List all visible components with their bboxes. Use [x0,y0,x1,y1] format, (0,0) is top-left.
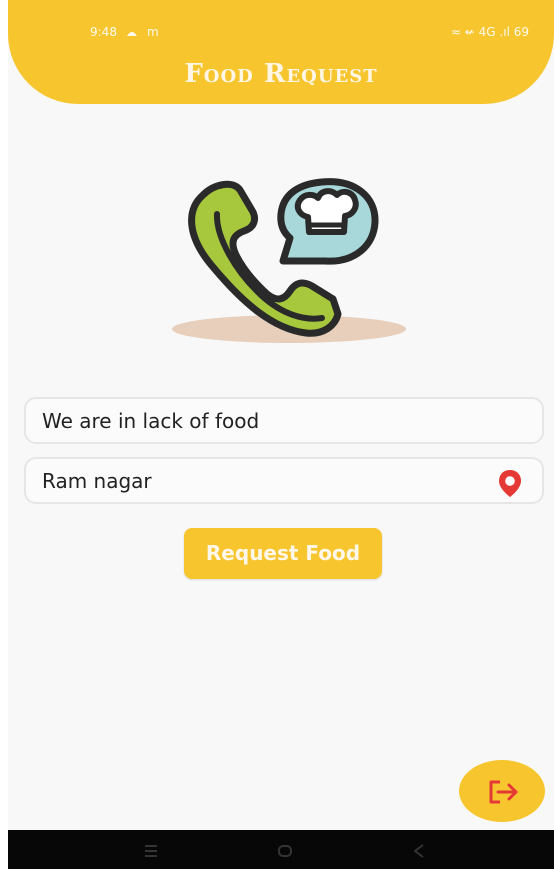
system-navigation-bar [8,830,554,869]
food-need-field[interactable]: We are in lack of food [24,397,544,444]
header: 9:48 m ≈ ↚ 4G .ıl 69 Food Request [8,0,554,104]
status-left: 9:48 m [90,25,159,39]
phone-screen: 9:48 m ≈ ↚ 4G .ıl 69 Food Request We are… [8,0,554,869]
logout-button[interactable] [459,760,545,822]
phone-food-request-illustration [172,178,406,343]
logout-icon [489,780,518,804]
home-icon[interactable] [274,840,296,862]
status-right: ≈ ↚ 4G .ıl 69 [451,25,529,39]
status-bar: 9:48 m ≈ ↚ 4G .ıl 69 [8,22,554,44]
status-right-text: ≈ ↚ 4G .ıl 69 [450,25,529,39]
status-time: 9:48 [90,25,117,39]
request-food-button[interactable]: Request Food [184,528,382,579]
notification-icon [125,27,139,37]
menu-icon[interactable] [140,840,162,862]
screen: 9:48 m ≈ ↚ 4G .ıl 69 Food Request We are… [0,0,554,869]
back-icon[interactable] [408,840,430,862]
food-need-value: We are in lack of food [42,409,260,433]
location-pin-icon[interactable] [495,468,525,498]
location-value: Ram nagar [42,469,152,493]
location-field[interactable]: Ram nagar [24,457,544,504]
status-indicator-m: m [146,25,159,39]
page-title: Food Request [184,59,378,89]
